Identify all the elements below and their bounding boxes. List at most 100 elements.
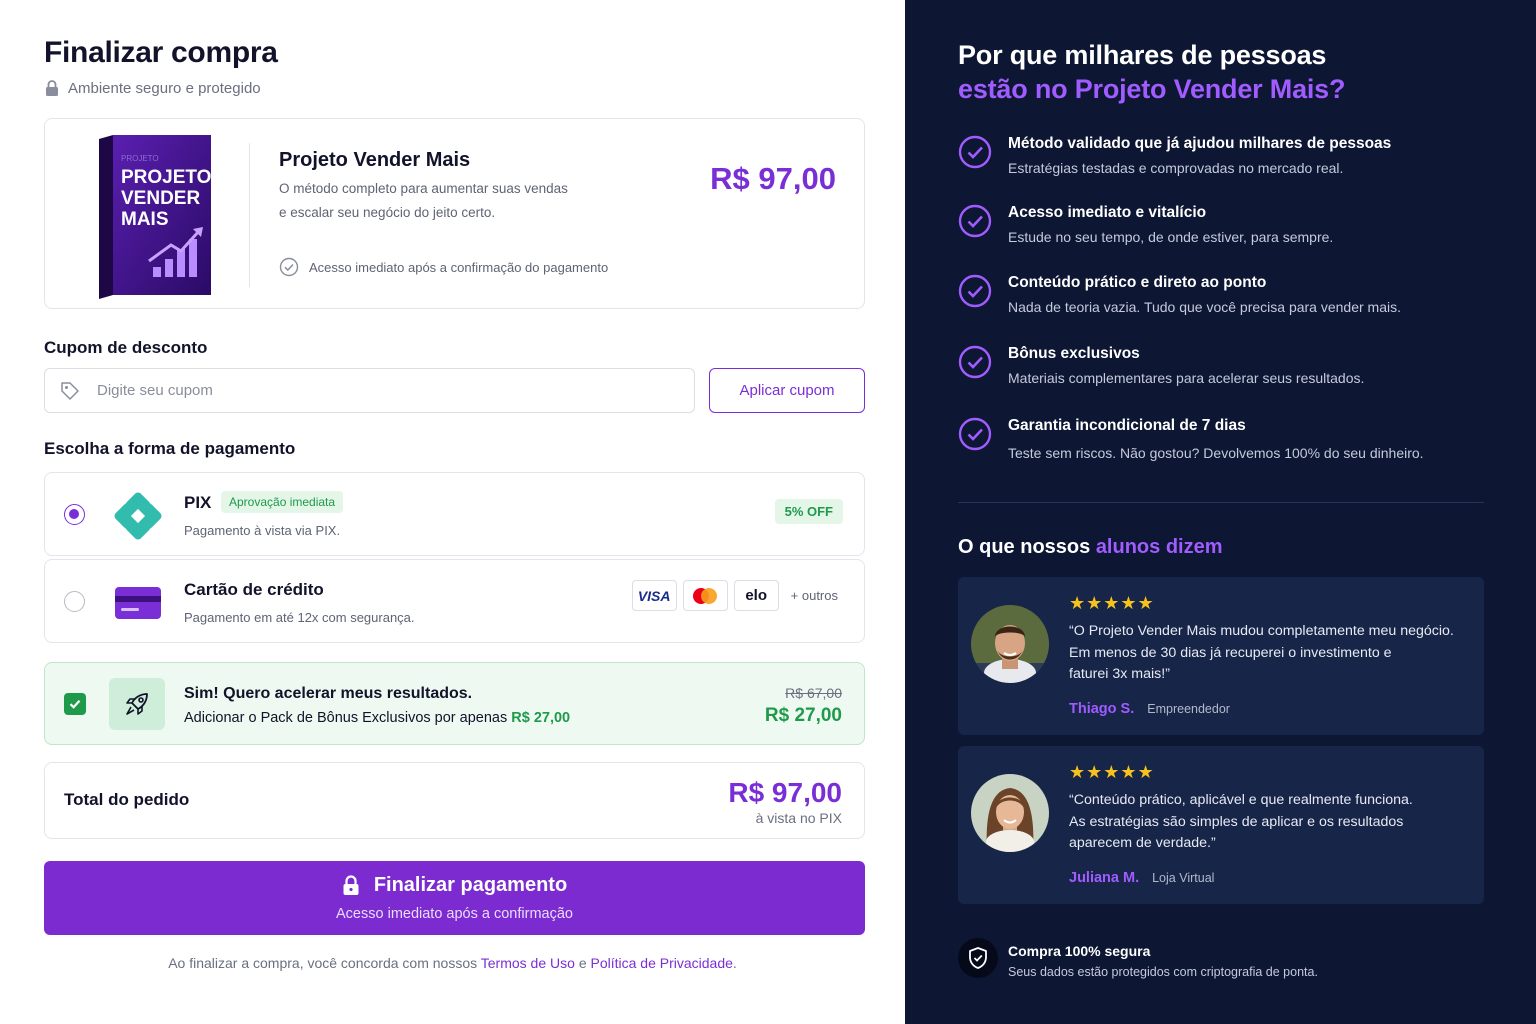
coupon-label: Cupom de desconto (44, 338, 208, 357)
product-access-text: Acesso imediato após a confirmação do pa… (309, 259, 609, 275)
rating-stars: ★★★★★ (1069, 762, 1155, 782)
feature-title: Garantia incondicional de 7 dias (1008, 417, 1246, 434)
order-total: Total do pedido R$ 97,00 à vista no PIX (44, 762, 865, 839)
bonus-checkbox[interactable] (64, 693, 86, 715)
card-divider (249, 143, 250, 287)
visa-logo: VISA (631, 580, 677, 611)
benefits-panel: Por que milhares de pessoas estão no Pro… (905, 0, 1536, 1024)
shield-icon-badge (958, 938, 998, 978)
section-divider (958, 502, 1484, 503)
terms-suffix: . (732, 955, 737, 971)
product-description-line-2: e escalar seu negócio do jeito certo. (279, 205, 496, 220)
checkout-panel: Finalizar compra Ambiente seguro e prote… (0, 0, 905, 1024)
secure-note: Ambiente seguro e protegido (44, 79, 261, 97)
author-name: Juliana M. (1069, 870, 1140, 886)
elo-text: elo (745, 587, 767, 604)
privacy-policy-link[interactable]: Política de Privacidade (591, 955, 733, 971)
coupon-input[interactable] (97, 382, 637, 399)
check-circle-icon (958, 135, 992, 169)
pix-radio[interactable] (64, 504, 85, 525)
product-description-line-1: O método completo para aumentar suas ven… (279, 181, 568, 196)
finish-payment-main: Finalizar pagamento (44, 874, 865, 897)
terms-and: e (578, 955, 587, 971)
feature-subtitle: Estratégias testadas e comprovadas no me… (1008, 160, 1344, 176)
credit-card-name: Cartão de crédito (184, 580, 324, 599)
bonus-offer[interactable]: Sim! Quero acelerar meus resultados. Adi… (44, 662, 865, 745)
testimonials-heading-plain: O que nossos (958, 536, 1091, 558)
feature-subtitle: Nada de teoria vazia. Tudo que você prec… (1008, 299, 1402, 315)
rocket-icon-box (109, 678, 165, 730)
testimonial-quote-line-1: “Conteúdo prático, aplicável e que realm… (1069, 792, 1413, 808)
order-total-label: Total do pedido (64, 790, 190, 809)
feature-title: Acesso imediato e vitalício (1008, 204, 1207, 221)
tag-icon (61, 381, 79, 400)
testimonial-card: ★★★★★ “O Projeto Vender Mais mudou compl… (958, 577, 1484, 735)
pix-approval-badge: Aprovação imediata (221, 491, 344, 513)
bonus-subtitle: Adicionar o Pack de Bônus Exclusivos por… (184, 710, 570, 726)
payment-method-label: Escolha a forma de pagamento (44, 439, 296, 458)
bonus-old-price: R$ 67,00 (785, 685, 842, 701)
feature-title: Conteúdo prático e direto ao ponto (1008, 274, 1267, 291)
payment-option-pix[interactable]: PIX Aprovação imediata Pagamento à vista… (44, 472, 865, 556)
bonus-price: R$ 27,00 (764, 705, 842, 726)
product-price: R$ 97,00 (710, 161, 836, 196)
author-role: Empreendedor (1147, 702, 1230, 716)
testimonial-quote-line-1: “O Projeto Vender Mais mudou completamen… (1069, 623, 1454, 639)
shield-icon (969, 947, 987, 969)
apply-coupon-button[interactable]: Aplicar cupom (709, 368, 865, 413)
feature-subtitle: Materiais complementares para acelerar s… (1008, 370, 1365, 386)
pix-subtitle: Pagamento à vista via PIX. (184, 523, 341, 538)
check-circle-icon (958, 345, 992, 379)
why-title-line-1: Por que milhares de pessoas (958, 40, 1327, 70)
product-box-label-small: PROJETO (121, 154, 159, 163)
feature-title: Método validado que já ajudou milhares d… (1008, 135, 1392, 152)
why-title-line-2: estão no Projeto Vender Mais? (958, 74, 1346, 104)
pix-name: PIX (184, 493, 212, 512)
order-total-price: R$ 97,00 (728, 777, 842, 808)
credit-card-subtitle: Pagamento em até 12x com segurança. (184, 610, 415, 625)
testimonial-quote-line-2: Em menos de 30 dias já recuperei o inves… (1069, 644, 1392, 661)
card-brands: VISA elo + outros (631, 580, 838, 611)
feature-subtitle: Teste sem riscos. Não gostou? Devolvemos… (1008, 445, 1424, 461)
author-role: Loja Virtual (1152, 871, 1215, 885)
more-brands-text: + outros (790, 588, 838, 603)
mastercard-logo (682, 580, 728, 611)
rocket-icon (126, 693, 148, 715)
pix-icon (114, 492, 162, 540)
payment-option-credit-card[interactable]: Cartão de crédito Pagamento em até 12x c… (44, 559, 865, 643)
product-box-line-2: VENDER (121, 188, 200, 209)
product-box-line-3: MAIS (121, 209, 169, 230)
rating-stars: ★★★★★ (1069, 593, 1155, 613)
credit-card-radio[interactable] (64, 591, 85, 612)
testimonial-quote-line-2: As estratégias são simples de aplicar e … (1069, 813, 1404, 830)
elo-logo: elo (733, 580, 779, 611)
credit-card-icon (115, 587, 161, 619)
check-circle-icon (279, 257, 299, 277)
terms-of-use-link[interactable]: Termos de Uso (481, 955, 575, 971)
bonus-title: Sim! Quero acelerar meus resultados. (184, 685, 473, 702)
testimonial-quote-line-3: aparecem de verdade.” (1069, 835, 1216, 851)
page-title: Finalizar compra (44, 36, 278, 69)
finish-payment-label: Finalizar pagamento (373, 874, 568, 896)
check-circle-icon (958, 204, 992, 238)
product-description: O método completo para aumentar suas ven… (279, 177, 599, 225)
secure-note-text: Ambiente seguro e protegido (68, 79, 261, 97)
check-circle-icon (958, 274, 992, 308)
testimonial-quote-line-3: faturei 3x mais!” (1069, 666, 1170, 682)
coupon-field[interactable] (44, 368, 695, 413)
mastercard-icon (693, 587, 718, 604)
bonus-subtitle-price: R$ 27,00 (511, 710, 571, 726)
order-total-note: à vista no PIX (755, 810, 842, 826)
testimonial-quote: “Conteúdo prático, aplicável e que realm… (1069, 790, 1469, 855)
bonus-subtitle-text: Adicionar o Pack de Bônus Exclusivos por… (184, 710, 508, 726)
feature-title: Bônus exclusivos (1008, 345, 1140, 362)
product-title: Projeto Vender Mais (279, 149, 471, 171)
security-subtitle: Seus dados estão protegidos com criptogr… (1008, 965, 1318, 979)
finish-payment-button[interactable]: Finalizar pagamento Acesso imediato após… (44, 861, 865, 935)
feature-subtitle: Estude no seu tempo, de onde estiver, pa… (1008, 229, 1334, 245)
product-box-line-1: PROJETO (121, 167, 211, 188)
avatar (971, 605, 1049, 683)
product-card: PROJETO PROJETO VENDER MAIS Projeto Vend… (44, 118, 865, 309)
check-circle-icon (958, 417, 992, 451)
terms-notice: Ao finalizar a compra, você concorda com… (0, 955, 905, 971)
